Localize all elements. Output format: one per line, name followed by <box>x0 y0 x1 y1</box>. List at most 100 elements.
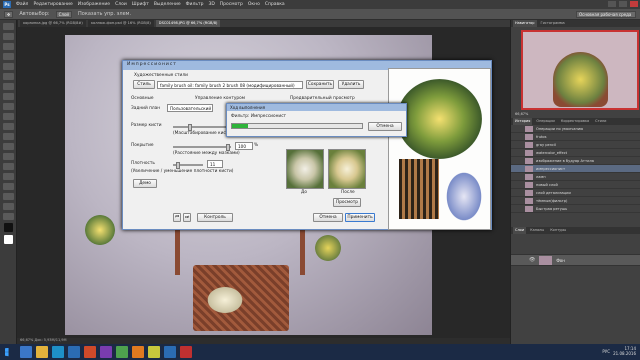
type-tool-icon[interactable] <box>2 173 14 180</box>
action-item[interactable]: frutos <box>511 133 640 141</box>
menu-filter[interactable]: Фильтр <box>186 2 204 7</box>
tab-styles[interactable]: Стили <box>593 118 608 125</box>
shape-tool-icon[interactable] <box>2 193 14 200</box>
action-item[interactable]: Операции по умолчанию <box>511 125 640 133</box>
show-transform-checkbox[interactable]: Показать упр. элем. <box>78 11 131 17</box>
path-select-tool-icon[interactable] <box>2 183 14 190</box>
app-icon[interactable] <box>148 346 160 358</box>
app-icon[interactable] <box>100 346 112 358</box>
action-item[interactable]: изображение в будуар Аттила <box>511 157 640 165</box>
delete-button[interactable]: Удалить <box>338 80 364 89</box>
marquee-tool-icon[interactable] <box>2 33 14 40</box>
crop-tool-icon[interactable] <box>2 63 14 70</box>
menu-view[interactable]: Просмотр <box>220 2 243 7</box>
action-item[interactable]: слой детализации <box>511 189 640 197</box>
action-item[interactable]: gray pencil <box>511 141 640 149</box>
blur-tool-icon[interactable] <box>2 143 14 150</box>
store-icon[interactable] <box>52 346 64 358</box>
background-color-swatch[interactable] <box>3 235 13 244</box>
tab-history[interactable]: История <box>513 118 533 125</box>
demo-button[interactable]: Демо <box>133 179 157 188</box>
menu-type[interactable]: Шрифт <box>132 2 149 7</box>
progress-cancel-button[interactable]: Отмена <box>368 122 402 131</box>
tab-document-2[interactable]: коллаж-фон.psd @ 16% (RGB/8) <box>87 20 154 27</box>
brush-size-knob[interactable] <box>188 124 192 131</box>
tab-main[interactable]: Основные <box>131 96 154 101</box>
density-slider[interactable] <box>173 162 203 169</box>
menu-window[interactable]: Окно <box>248 2 260 7</box>
photoshop-taskbar-icon[interactable] <box>164 346 176 358</box>
action-item[interactable]: тёмные(фильтр) <box>511 197 640 205</box>
tab-adjustments[interactable]: Корректировка <box>559 118 591 125</box>
healing-brush-tool-icon[interactable] <box>2 83 14 90</box>
edge-icon[interactable] <box>20 346 32 358</box>
cancel-button[interactable]: Отмена <box>313 213 343 222</box>
brush-tool-icon[interactable] <box>2 93 14 100</box>
close-button[interactable] <box>630 1 638 7</box>
tab-document-3[interactable]: DSC01498.JPG @ 66,7% (RGB/8) <box>155 20 221 27</box>
density-knob[interactable] <box>176 162 180 169</box>
prev-button[interactable]: ⏮ <box>173 213 181 222</box>
eye-icon[interactable]: 👁 <box>529 257 535 263</box>
coverage-knob[interactable] <box>226 144 230 151</box>
tab-actions[interactable]: Операции <box>534 118 557 125</box>
minimize-button[interactable] <box>608 1 616 7</box>
lasso-tool-icon[interactable] <box>2 43 14 50</box>
density-input[interactable]: 11 <box>207 160 223 168</box>
system-tray[interactable]: 17:14 21.08.2016 <box>613 346 636 356</box>
autoselect-dropdown[interactable]: Слой <box>55 10 72 18</box>
eraser-tool-icon[interactable] <box>2 123 14 130</box>
preview-button[interactable]: Просмотр <box>333 198 361 207</box>
menu-layers[interactable]: Слои <box>115 2 127 7</box>
start-button[interactable] <box>0 344 18 360</box>
history-brush-tool-icon[interactable] <box>2 113 14 120</box>
tab-path-control[interactable]: Управление контуром <box>195 96 245 101</box>
tab-histogram[interactable]: Гистограмма <box>539 20 567 27</box>
language-indicator[interactable]: РУС <box>602 349 610 354</box>
photoshop-taskbar-icon[interactable] <box>68 346 80 358</box>
foreground-color-swatch[interactable] <box>3 223 13 232</box>
apply-button[interactable]: Применить <box>345 213 375 222</box>
zoom-tool-icon[interactable] <box>2 213 14 220</box>
action-item-selected[interactable]: импрессионист <box>511 165 640 173</box>
tab-document-1[interactable]: корзинка.jpg @ 66,7% (RGB/8#) <box>20 20 86 27</box>
eyedropper-tool-icon[interactable] <box>2 73 14 80</box>
action-item[interactable]: ламп <box>511 173 640 181</box>
menu-edit[interactable]: Редактирование <box>33 2 72 7</box>
move-tool-icon[interactable]: ✥ <box>4 10 14 18</box>
coverage-input[interactable]: 100 <box>235 142 253 150</box>
maximize-button[interactable] <box>619 1 627 7</box>
menu-help[interactable]: Справка <box>265 2 285 7</box>
app-icon[interactable] <box>116 346 128 358</box>
autoselect-label[interactable]: Автовыбор: <box>19 11 49 17</box>
style-field[interactable]: family brush oil: family brush 2 brush 0… <box>157 81 303 89</box>
style-button[interactable]: Стиль <box>133 80 155 89</box>
quick-select-tool-icon[interactable] <box>2 53 14 60</box>
app-icon[interactable] <box>132 346 144 358</box>
control-button[interactable]: Контроль <box>197 213 233 222</box>
workspace-dropdown[interactable]: Основная рабочая среда <box>576 11 636 18</box>
brush-size-slider[interactable] <box>173 124 231 131</box>
explorer-icon[interactable] <box>36 346 48 358</box>
hand-tool-icon[interactable] <box>2 203 14 210</box>
action-item[interactable]: Быстрая ретушь <box>511 205 640 213</box>
menu-select[interactable]: Выделение <box>154 2 181 7</box>
navigator-thumbnail[interactable] <box>521 30 639 110</box>
menu-3d[interactable]: 3D <box>208 2 214 7</box>
layer-row[interactable]: 👁 Фон <box>511 254 640 266</box>
gradient-tool-icon[interactable] <box>2 133 14 140</box>
app-icon[interactable] <box>84 346 96 358</box>
tab-paths[interactable]: Контуры <box>548 227 568 234</box>
tab-layers[interactable]: Слои <box>513 227 527 234</box>
pen-tool-icon[interactable] <box>2 163 14 170</box>
tab-navigator[interactable]: Навигатор <box>513 20 537 27</box>
app-icon[interactable] <box>180 346 192 358</box>
action-item[interactable]: новый слой <box>511 181 640 189</box>
save-button[interactable]: Сохранить <box>306 80 334 89</box>
action-item[interactable]: watercolor_effect <box>511 149 640 157</box>
background-dropdown[interactable]: Пользовательский <box>167 104 213 112</box>
next-button[interactable]: ⏭ <box>183 213 191 222</box>
dodge-tool-icon[interactable] <box>2 153 14 160</box>
clone-stamp-tool-icon[interactable] <box>2 103 14 110</box>
move-tool-icon[interactable] <box>2 23 14 30</box>
